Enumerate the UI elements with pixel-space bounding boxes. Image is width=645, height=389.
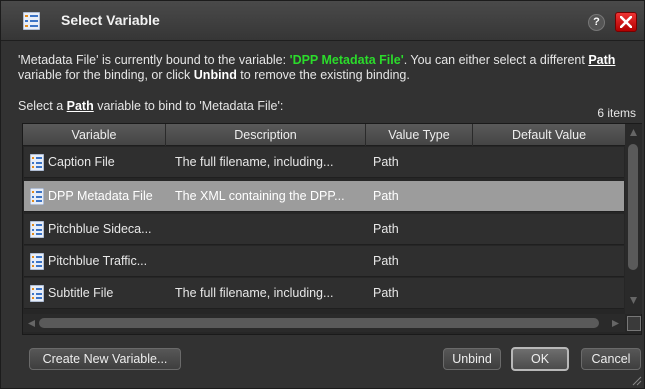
- cell-value-type: Path: [373, 222, 399, 236]
- list-label: Select a Path variable to bind to 'Metad…: [18, 99, 284, 113]
- cell-description: The XML containing the DPP...: [175, 189, 345, 203]
- variable-icon: [30, 221, 44, 238]
- create-new-variable-button[interactable]: Create New Variable...: [29, 348, 181, 370]
- item-count: 6 items: [597, 106, 636, 120]
- column-header-value-type[interactable]: Value Type: [366, 124, 473, 146]
- close-icon: [620, 16, 632, 28]
- cell-value-type: Path: [373, 155, 399, 169]
- cancel-button[interactable]: Cancel: [581, 348, 641, 370]
- scroll-right-icon[interactable]: [611, 319, 620, 328]
- ok-button[interactable]: OK: [511, 347, 569, 371]
- cell-variable: Pitchblue Traffic...: [48, 254, 148, 268]
- horizontal-scroll-thumb[interactable]: [39, 318, 599, 328]
- cell-default-value: [480, 214, 620, 245]
- column-header-default-value[interactable]: Default Value: [473, 124, 625, 146]
- variable-list-icon: [23, 12, 40, 30]
- binding-message: 'Metadata File' is currently bound to th…: [18, 53, 616, 82]
- grid-header: Variable Description Value Type Default …: [23, 124, 625, 146]
- horizontal-scrollbar[interactable]: [23, 314, 625, 332]
- variable-icon: [30, 154, 44, 171]
- cell-description: [175, 246, 365, 277]
- cell-default-value: [480, 246, 620, 277]
- cell-default-value: [480, 147, 620, 178]
- scroll-left-icon[interactable]: [27, 319, 36, 328]
- variable-icon: [30, 188, 44, 205]
- table-row[interactable]: Caption File The full filename, includin…: [24, 147, 624, 178]
- column-header-variable[interactable]: Variable: [23, 124, 166, 146]
- bound-variable-name: 'DPP Metadata File': [289, 53, 404, 67]
- cell-value-type: Path: [373, 286, 399, 300]
- cell-default-value: [480, 181, 620, 212]
- cell-value-type: Path: [373, 254, 399, 268]
- cell-variable: DPP Metadata File: [48, 189, 153, 203]
- vertical-scroll-thumb[interactable]: [628, 144, 638, 270]
- variable-icon: [30, 253, 44, 270]
- cell-variable: Caption File: [48, 155, 115, 169]
- vertical-scrollbar[interactable]: [625, 124, 642, 314]
- help-icon: ?: [593, 16, 600, 28]
- variable-icon: [30, 285, 44, 302]
- cell-value-type: Path: [373, 189, 399, 203]
- variables-grid: Variable Description Value Type Default …: [22, 123, 642, 335]
- unbind-button[interactable]: Unbind: [443, 348, 501, 370]
- scroll-corner: [627, 316, 641, 331]
- title-bar: Select Variable ?: [1, 1, 644, 41]
- select-variable-dialog: Select Variable ? 'Metadata File' is cur…: [0, 0, 645, 389]
- help-button[interactable]: ?: [588, 14, 605, 31]
- cell-description: [175, 214, 365, 245]
- resize-grip-icon[interactable]: [632, 376, 642, 386]
- table-row[interactable]: Subtitle File The full filename, includi…: [24, 278, 624, 309]
- dialog-title: Select Variable: [61, 12, 160, 28]
- cell-variable: Subtitle File: [48, 286, 114, 300]
- column-header-description[interactable]: Description: [166, 124, 366, 146]
- cell-description: The full filename, including...: [175, 286, 334, 300]
- close-button[interactable]: [615, 12, 637, 32]
- table-row[interactable]: Pitchblue Traffic... Path: [24, 246, 624, 277]
- scroll-down-icon[interactable]: [629, 296, 638, 305]
- scroll-up-icon[interactable]: [629, 128, 638, 137]
- cell-default-value: [480, 278, 620, 309]
- cell-description: The full filename, including...: [175, 155, 334, 169]
- table-row-selected[interactable]: DPP Metadata File The XML containing the…: [24, 181, 624, 212]
- table-row[interactable]: Pitchblue Sideca... Path: [24, 214, 624, 245]
- cell-variable: Pitchblue Sideca...: [48, 222, 152, 236]
